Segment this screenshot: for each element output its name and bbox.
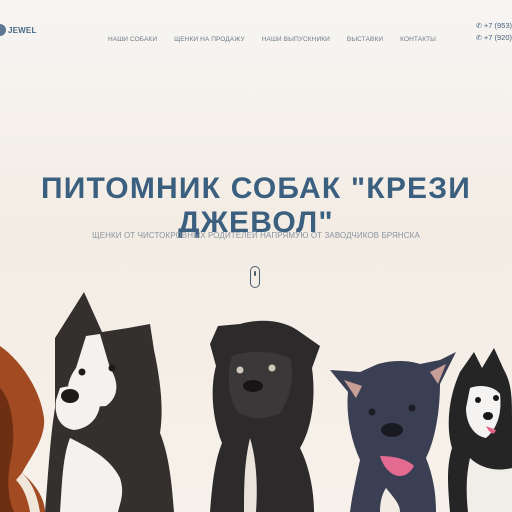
logo[interactable]: JEWEL (0, 24, 37, 36)
fluffy-dog-illustration (448, 348, 512, 512)
phone-2[interactable]: ✆ +7 (920) (476, 33, 512, 42)
nav-item-graduates[interactable]: НАШИ ВЫПУСКНИКИ (262, 36, 330, 43)
dogs-illustration (0, 292, 512, 512)
hero-subtitle: ЩЕНКИ ОТ ЧИСТОКРОВНЫХ РОДИТЕЛЕЙ НАПРЯМУЮ… (92, 231, 420, 240)
blue-pitbull-dog-illustration (330, 352, 456, 512)
phone-2-number: +7 (920) (483, 33, 512, 42)
logo-text: JEWEL (8, 25, 37, 35)
hero-title: ПИТОМНИК СОБАК "КРЕЗИ ДЖЕВОЛ" (41, 172, 471, 239)
nav-item-shows[interactable]: ВЫСТАВКИ (347, 36, 383, 43)
nav-item-contacts[interactable]: КОНТАКТЫ (400, 36, 436, 43)
black-white-dog-illustration (45, 292, 174, 512)
phone-icon: ✆ (475, 34, 482, 42)
phone-1[interactable]: ✆ +7 (953) (476, 21, 512, 30)
phone-icon: ✆ (475, 22, 482, 30)
mouse-scroll-icon[interactable] (250, 266, 260, 288)
phone-list: ✆ +7 (953) ✆ +7 (920) (476, 21, 512, 42)
dark-brindle-dog-illustration (210, 320, 320, 512)
logo-mark-icon (0, 24, 6, 36)
nav-item-our-dogs[interactable]: НАШИ СОБАКИ (108, 36, 157, 43)
brown-dog-illustration (0, 346, 45, 512)
main-nav: НАШИ СОБАКИ ЩЕНКИ НА ПРОДАЖУ НАШИ ВЫПУСК… (108, 36, 436, 43)
phone-1-number: +7 (953) (483, 21, 512, 30)
nav-item-puppies-for-sale[interactable]: ЩЕНКИ НА ПРОДАЖУ (174, 36, 245, 43)
